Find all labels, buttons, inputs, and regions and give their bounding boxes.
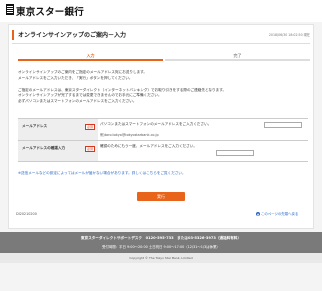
- email-confirm-instruction: 確認のためにもう一度、メールアドレスをご入力ください。: [100, 144, 197, 148]
- email-form: メールアドレス 必須 パソコンまたはスマートフォンのメールアドレスをご入力くださ…: [18, 118, 308, 162]
- intro-line: メールアドレスをご入力いただき、「実行」ボタンを押してください。: [18, 75, 133, 80]
- email-row: メールアドレス 必須 パソコンまたはスマートフォンのメールアドレスをご入力くださ…: [18, 119, 308, 141]
- title-accent-bar: [12, 30, 14, 40]
- back-to-top-label: このページの先頭へ戻る: [261, 212, 299, 216]
- site-header: 東京スター銀行: [0, 0, 322, 22]
- footer-spacer: [0, 263, 322, 291]
- required-badge: 必須: [85, 146, 96, 152]
- page-title-bar: オンラインサインアップのご案内－入力 2018/06/30 18:02:50 現…: [12, 28, 310, 44]
- page-datetime: 2018/06/30 18:02:50 現在: [268, 33, 310, 37]
- site-footer: 東京スターダイレクトサポートデスク 0120-595-733 または03-532…: [0, 232, 322, 291]
- back-to-top-link[interactable]: ▲ このページの先頭へ戻る: [256, 211, 298, 216]
- page-title: オンラインサインアップのご案内－入力: [18, 32, 127, 39]
- support-hours: 受付時間：平日 9:00～20:00 土日祝日 9:00～17:00（12/31…: [102, 245, 220, 249]
- bank-name[interactable]: 東京スター銀行: [16, 4, 84, 18]
- arrow-up-icon: ▲: [256, 212, 260, 216]
- delivery-note-link[interactable]: ※送信メールなどの設定によってはメールが届かない場合があります。詳しくはこちらを…: [18, 171, 186, 176]
- copyright-bar: Copyright © The Tokyo Star Bank, Limited: [0, 253, 322, 263]
- step-input: 入力: [18, 52, 163, 61]
- required-badge: 必須: [85, 124, 96, 130]
- email-instruction: パソコンまたはスマートフォンのメールアドレスをご入力ください。: [100, 122, 212, 126]
- intro-text: オンラインサインアップのご案内をご指定のメールアドレス宛にお送りします。 メール…: [18, 70, 308, 105]
- submit-button[interactable]: 実行: [137, 192, 185, 201]
- email-input[interactable]: [264, 122, 302, 128]
- bank-logo-icon[interactable]: [6, 4, 14, 15]
- email-confirm-row: メールアドレスの確認入力 必須 確認のためにもう一度、メールアドレスをご入力くだ…: [18, 141, 308, 162]
- support-desk-info: 東京スターダイレクトサポートデスク 0120-595-733 または03-532…: [80, 236, 242, 240]
- step-complete: 完了: [165, 52, 310, 61]
- copyright: Copyright © The Tokyo Star Bank, Limited: [129, 256, 193, 260]
- screen-id: DI20210200: [16, 212, 37, 216]
- email-confirm-input[interactable]: [216, 150, 254, 156]
- progress-steps: 入力 完了: [18, 52, 310, 62]
- intro-line: 必ずパソコンまたはスマートフォンのメールアドレスをご入力ください。: [18, 99, 137, 104]
- email-example: 例)taro.tokyo@tokyostarbank.co.jp: [100, 133, 159, 137]
